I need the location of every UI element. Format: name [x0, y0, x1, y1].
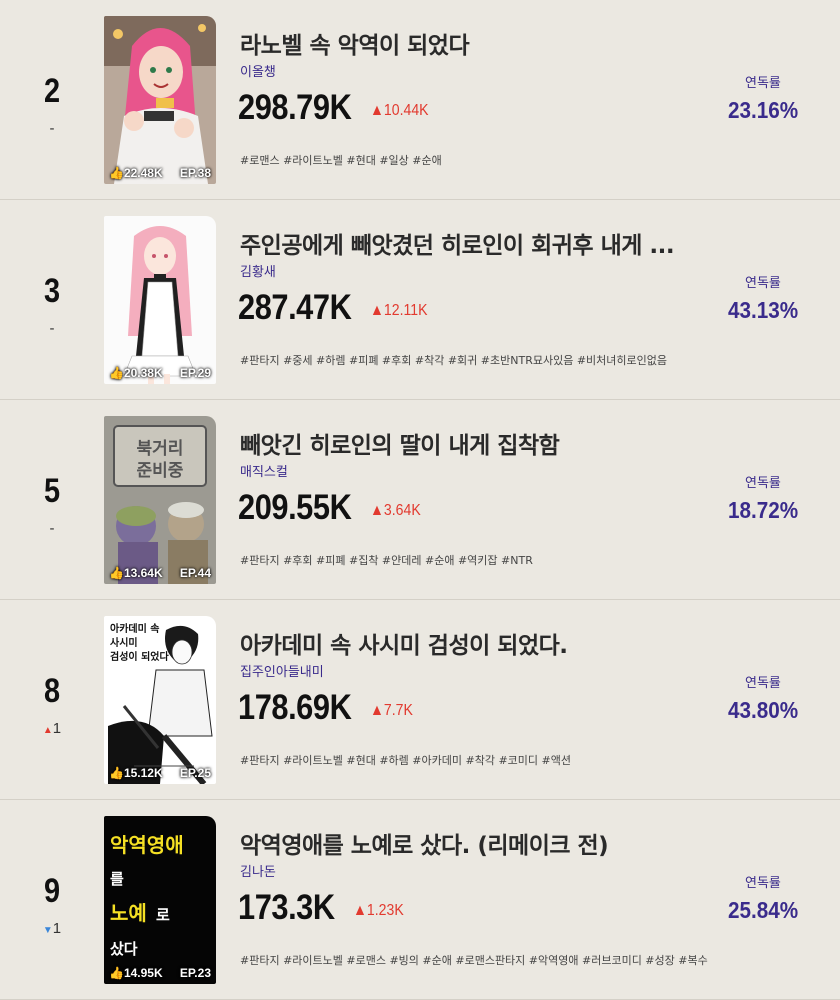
- cover-stats: 👍14.95K EP.23: [104, 962, 216, 984]
- read-rate-value: 23.16%: [728, 97, 799, 123]
- cover-illustration: 악역영애 를 노예 로 샀다: [104, 816, 216, 984]
- rank-change-value: -: [49, 120, 55, 137]
- rank-change: -: [0, 120, 104, 137]
- ranking-row[interactable]: 9 ▼1 악역영애 를 노예 로 샀다 👍14.95K EP.23 악역영애를 …: [0, 800, 840, 1000]
- view-count: 287.47K: [238, 288, 352, 327]
- tag-list: #판타지 #라이트노벨 #현대 #하렘 #아카데미 #착각 #코미디 #액션: [240, 754, 571, 767]
- cover-text-line4: 로: [156, 906, 170, 924]
- ranking-list: 2 - 👍22.48K EP.38 라노벨 속 악역이 되었다 이올챙 298.…: [0, 0, 840, 1000]
- episode-count: EP.25: [179, 766, 211, 780]
- likes-value: 14.95K: [123, 966, 163, 980]
- cover-text-line2: 사시미: [110, 636, 138, 649]
- novel-title[interactable]: 아카데미 속 사시미 검성이 되었다.: [240, 626, 710, 660]
- rank-number: 9: [43, 872, 61, 910]
- author-name[interactable]: 김황새: [240, 261, 276, 280]
- cover-image[interactable]: 북거리 준비중 👍13.64K EP.44: [104, 416, 216, 584]
- cover-illustration: 아카데미 속 사시미 검성이 되었다: [104, 616, 216, 784]
- cover-text-line2: 를: [110, 870, 124, 888]
- rank-up-icon: ▲: [42, 725, 53, 736]
- read-rate-label: 연독률: [745, 876, 781, 891]
- read-rate-label: 연독률: [745, 676, 781, 691]
- rank-change-value: 1: [52, 720, 62, 737]
- view-delta: ▲7.7K: [370, 702, 413, 719]
- rank-change-value: -: [49, 320, 55, 337]
- cover-illustration: [104, 216, 216, 384]
- cover-stats: 👍15.12K EP.25: [104, 762, 216, 784]
- episode-count: EP.38: [179, 166, 211, 180]
- ranking-row[interactable]: 2 - 👍22.48K EP.38 라노벨 속 악역이 되었다 이올챙 298.…: [0, 0, 840, 200]
- view-delta: ▲10.44K: [370, 102, 429, 119]
- cover-text-line1: 아카데미 속: [110, 622, 159, 635]
- cover-text-line2: 준비중: [137, 461, 184, 481]
- read-rate-value: 18.72%: [728, 497, 799, 523]
- tag-list: #판타지 #라이트노벨 #로맨스 #빙의 #순애 #로맨스판타지 #악역영애 #…: [240, 954, 708, 967]
- ranking-row[interactable]: 8 ▲1 아카데미 속 사시미 검성이 되었다 👍15.12K EP.25 아카…: [0, 600, 840, 800]
- rank-number: 3: [43, 272, 61, 310]
- novel-title[interactable]: 악역영애를 노예로 샀다. (리메이크 전): [240, 826, 710, 860]
- episode-count: EP.44: [179, 566, 211, 580]
- read-rate-value: 25.84%: [728, 897, 799, 923]
- likes-value: 20.38K: [123, 366, 163, 380]
- author-name[interactable]: 매직스컬: [240, 461, 288, 480]
- rank-change: ▲1: [0, 720, 104, 737]
- cover-stats: 👍20.38K EP.29: [104, 362, 216, 384]
- view-delta: ▲1.23K: [353, 902, 404, 919]
- novel-title[interactable]: 주인공에게 빼앗겼던 히로인이 회귀후 내게 ...: [240, 226, 710, 260]
- episode-count: EP.23: [179, 966, 211, 980]
- view-count: 298.79K: [238, 88, 352, 127]
- likes-value: 15.12K: [123, 766, 163, 780]
- author-name[interactable]: 이올챙: [240, 61, 276, 80]
- rank-number: 8: [43, 672, 61, 710]
- cover-text-line1: 악역영애: [110, 833, 184, 857]
- rank-down-icon: ▼: [42, 925, 53, 936]
- cover-image[interactable]: 👍20.38K EP.29: [104, 216, 216, 384]
- episode-count: EP.29: [179, 366, 211, 380]
- view-count: 178.69K: [238, 688, 352, 727]
- rank-change-value: -: [49, 520, 55, 537]
- cover-illustration: [104, 16, 216, 184]
- likes-count: 👍22.48K: [109, 166, 163, 180]
- rank-change: ▼1: [0, 920, 104, 937]
- cover-text-line3: 노예: [110, 901, 147, 925]
- cover-text-line1: 북거리: [137, 439, 184, 459]
- read-rate-value: 43.13%: [728, 297, 799, 323]
- read-rate-value: 43.80%: [728, 697, 799, 723]
- cover-text-line3: 검성이 되었다: [110, 650, 169, 663]
- novel-title[interactable]: 라노벨 속 악역이 되었다: [240, 26, 710, 60]
- view-count: 209.55K: [238, 488, 352, 527]
- rank-number: 2: [43, 72, 61, 110]
- cover-image[interactable]: 악역영애 를 노예 로 샀다 👍14.95K EP.23: [104, 816, 216, 984]
- rank-change: -: [0, 320, 104, 337]
- likes-value: 13.64K: [123, 566, 163, 580]
- read-rate-label: 연독률: [745, 476, 781, 491]
- cover-stats: 👍13.64K EP.44: [104, 562, 216, 584]
- novel-title[interactable]: 빼앗긴 히로인의 딸이 내게 집착함: [240, 426, 710, 460]
- cover-text-line5: 샀다: [110, 940, 138, 958]
- read-rate-label: 연독률: [745, 76, 781, 91]
- tag-list: #판타지 #중세 #하렘 #피폐 #후회 #착각 #회귀 #초반NTR묘사있음 …: [240, 354, 667, 367]
- rank-change: -: [0, 520, 104, 537]
- tag-list: #판타지 #후회 #피폐 #집착 #얀데레 #순애 #역키잡 #NTR: [240, 554, 533, 567]
- view-delta: ▲3.64K: [370, 502, 421, 519]
- ranking-row[interactable]: 5 - 북거리 준비중 👍13.64K EP.44 빼앗긴 히로인의 딸이 내게…: [0, 400, 840, 600]
- author-name[interactable]: 김나돈: [240, 861, 276, 880]
- cover-image[interactable]: 아카데미 속 사시미 검성이 되었다 👍15.12K EP.25: [104, 616, 216, 784]
- likes-count: 👍13.64K: [109, 566, 163, 580]
- rank-number: 5: [43, 472, 61, 510]
- likes-count: 👍20.38K: [109, 366, 163, 380]
- cover-image[interactable]: 👍22.48K EP.38: [104, 16, 216, 184]
- view-delta: ▲12.11K: [370, 302, 428, 319]
- likes-value: 22.48K: [123, 166, 163, 180]
- author-name[interactable]: 집주인아들내미: [240, 661, 324, 680]
- rank-change-value: 1: [52, 920, 62, 937]
- likes-count: 👍14.95K: [109, 966, 163, 980]
- cover-illustration: 북거리 준비중: [104, 416, 216, 584]
- tag-list: #로맨스 #라이트노벨 #현대 #일상 #순애: [240, 154, 442, 167]
- read-rate-label: 연독률: [745, 276, 781, 291]
- likes-count: 👍15.12K: [109, 766, 163, 780]
- ranking-row[interactable]: 3 - 👍20.38K EP.29 주인공에게 빼앗겼던 히로인이 회귀후 내게…: [0, 200, 840, 400]
- cover-stats: 👍22.48K EP.38: [104, 162, 216, 184]
- view-count: 173.3K: [238, 888, 335, 927]
